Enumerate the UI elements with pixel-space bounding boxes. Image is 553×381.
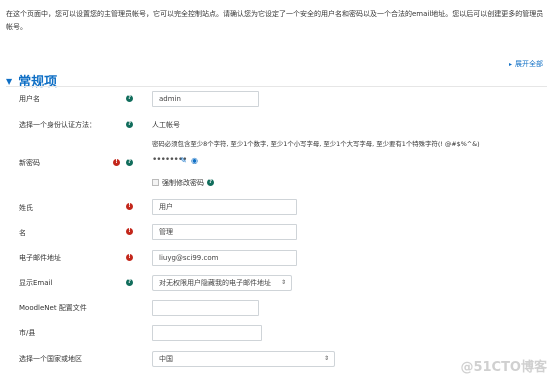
expand-all-label: 展开全部 <box>515 60 543 68</box>
question-icon[interactable]: ? <box>126 279 133 286</box>
exclamation-icon: ! <box>113 159 120 166</box>
moodlenet-label: MoodleNet 配置文件 <box>19 304 87 312</box>
updown-arrow-icon: ⇕ <box>323 355 329 362</box>
email-label: 电子邮件地址 <box>19 254 61 262</box>
edit-pencil-icon[interactable]: ✎ <box>180 156 187 165</box>
section-title: 常规项 <box>18 75 58 90</box>
lastname-label: 姓氏 <box>19 204 33 212</box>
force-change-label: 强制修改密码 <box>162 179 204 187</box>
caret-down-icon: ▼ <box>6 77 13 86</box>
display-email-label: 显示Email <box>19 279 53 287</box>
country-label: 选择一个国家或地区 <box>19 355 82 363</box>
question-icon[interactable]: ? <box>207 179 214 186</box>
divider <box>6 86 547 87</box>
city-label: 市/县 <box>19 329 36 337</box>
display-email-select[interactable]: 对无权限用户隐藏我的电子邮件地址 ⇕ <box>152 275 292 291</box>
firstname-label: 名 <box>19 229 26 237</box>
display-email-value: 对无权限用户隐藏我的电子邮件地址 <box>159 279 271 287</box>
exclamation-icon: ! <box>126 254 133 261</box>
auth-value: 人工帐号 <box>152 121 180 129</box>
country-select[interactable]: 中国 ⇕ <box>152 351 335 367</box>
username-input[interactable]: admin <box>152 91 259 107</box>
question-icon[interactable]: ? <box>126 159 133 166</box>
country-value: 中国 <box>159 355 173 363</box>
question-icon[interactable]: ? <box>126 95 133 102</box>
username-label: 用户名 <box>19 95 40 103</box>
lastname-input[interactable]: 用户 <box>152 199 297 215</box>
question-icon[interactable]: ? <box>126 121 133 128</box>
exclamation-icon: ! <box>126 228 133 235</box>
eye-icon[interactable]: ◉ <box>191 156 198 165</box>
section-header[interactable]: ▼ 常规项 <box>6 71 57 90</box>
email-input[interactable]: liuyg@sci99.com <box>152 250 297 266</box>
exclamation-icon: ! <box>126 203 133 210</box>
updown-arrow-icon: ⇕ <box>280 279 286 286</box>
password-rule-text: 密码必须包含至少8个字符, 至少1个数字, 至少1个小写字母, 至少1个大写字母… <box>152 140 480 148</box>
firstname-input[interactable]: 管理 <box>152 224 297 240</box>
caret-right-icon: ▸ <box>508 61 512 68</box>
expand-all-link[interactable]: ▸ 展开全部 <box>509 59 543 69</box>
intro-text: 在这个页面中，您可以设置您的主管理员帐号，它可以完全控制站点。请确认您为它设定了… <box>6 10 544 31</box>
city-input[interactable] <box>152 325 262 341</box>
force-change-checkbox[interactable] <box>152 179 159 186</box>
watermark: @51CTO博客 <box>460 360 547 375</box>
new-password-label: 新密码 <box>19 159 40 167</box>
auth-label: 选择一个身份认证方法： <box>19 121 96 129</box>
moodlenet-input[interactable] <box>152 300 259 316</box>
